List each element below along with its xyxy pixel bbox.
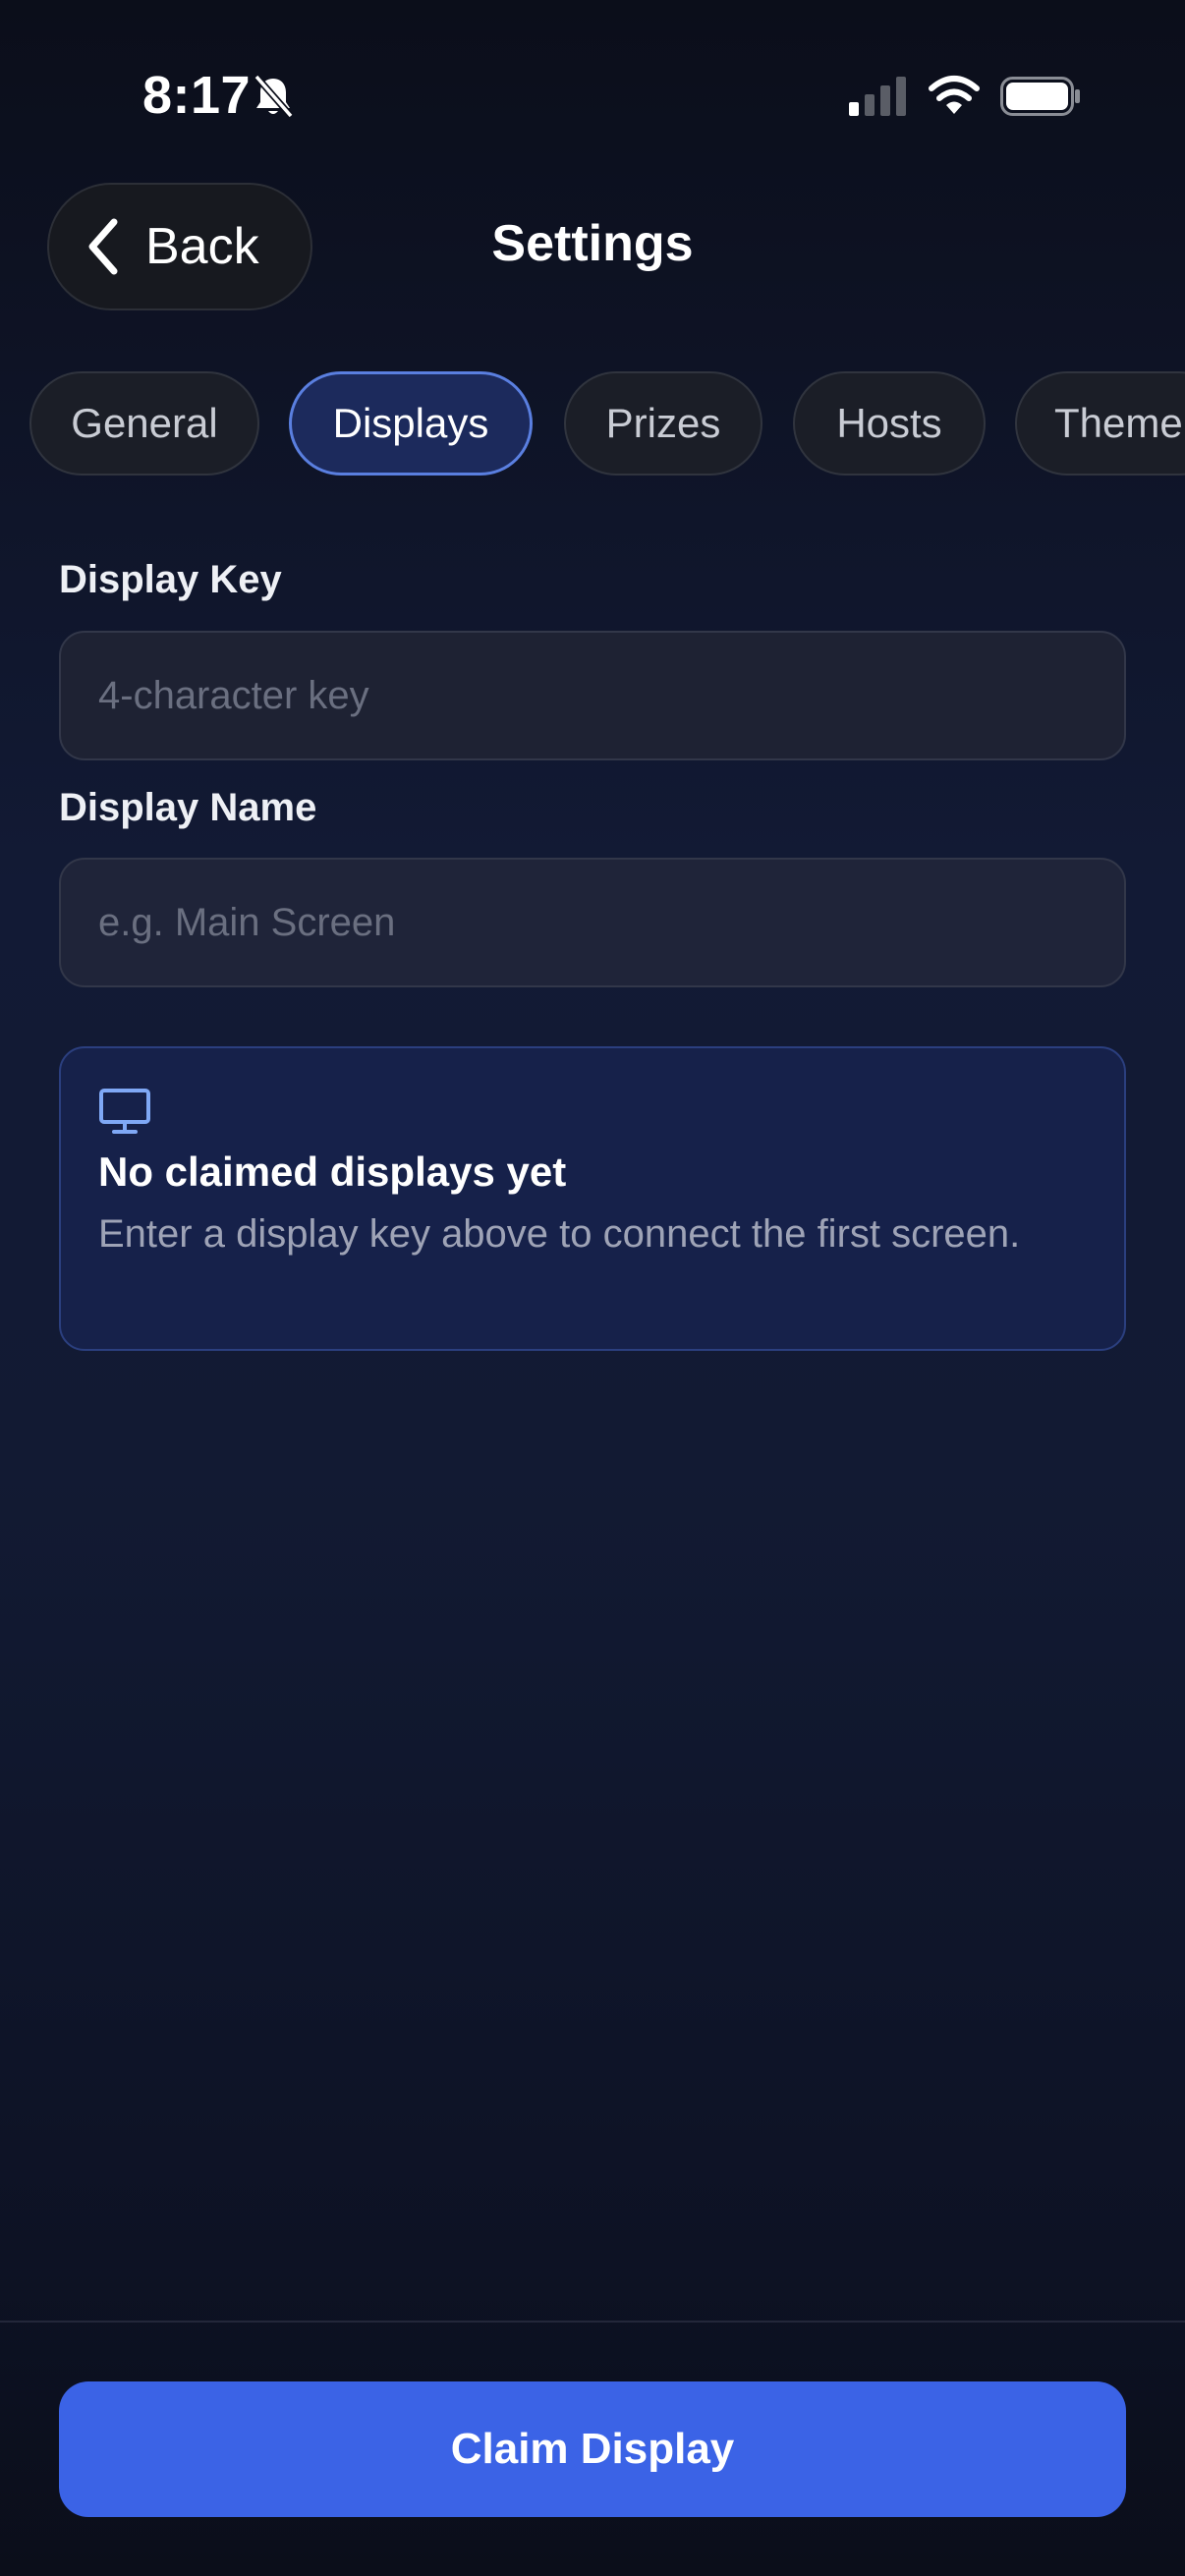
page-title: Settings xyxy=(491,215,694,272)
display-name-input[interactable] xyxy=(59,858,1126,987)
tab-hosts[interactable]: Hosts xyxy=(793,371,986,476)
cellular-signal-icon xyxy=(849,77,906,116)
tab-displays[interactable]: Displays xyxy=(289,371,533,476)
tab-general[interactable]: General xyxy=(29,371,259,476)
settings-tabs: General Displays Prizes Hosts Theme xyxy=(29,371,1185,479)
display-name-label: Display Name xyxy=(59,786,317,829)
status-time: 8:17 xyxy=(142,66,252,125)
claim-display-button[interactable]: Claim Display xyxy=(59,2381,1126,2517)
display-key-label: Display Key xyxy=(59,558,282,601)
bell-slash-icon xyxy=(254,74,294,119)
wifi-icon xyxy=(929,76,980,114)
status-bar: 8:17 xyxy=(0,0,1185,187)
battery-icon xyxy=(1000,77,1080,116)
monitor-icon xyxy=(99,1089,150,1134)
tab-theme[interactable]: Theme xyxy=(1015,371,1185,476)
empty-state-description: Enter a display key above to connect the… xyxy=(98,1212,1021,1256)
tab-prizes[interactable]: Prizes xyxy=(564,371,762,476)
bottom-divider xyxy=(0,2321,1185,2323)
display-key-input[interactable] xyxy=(59,631,1126,760)
empty-state-title: No claimed displays yet xyxy=(98,1148,567,1195)
empty-state-card: No claimed displays yet Enter a display … xyxy=(59,1046,1126,1351)
